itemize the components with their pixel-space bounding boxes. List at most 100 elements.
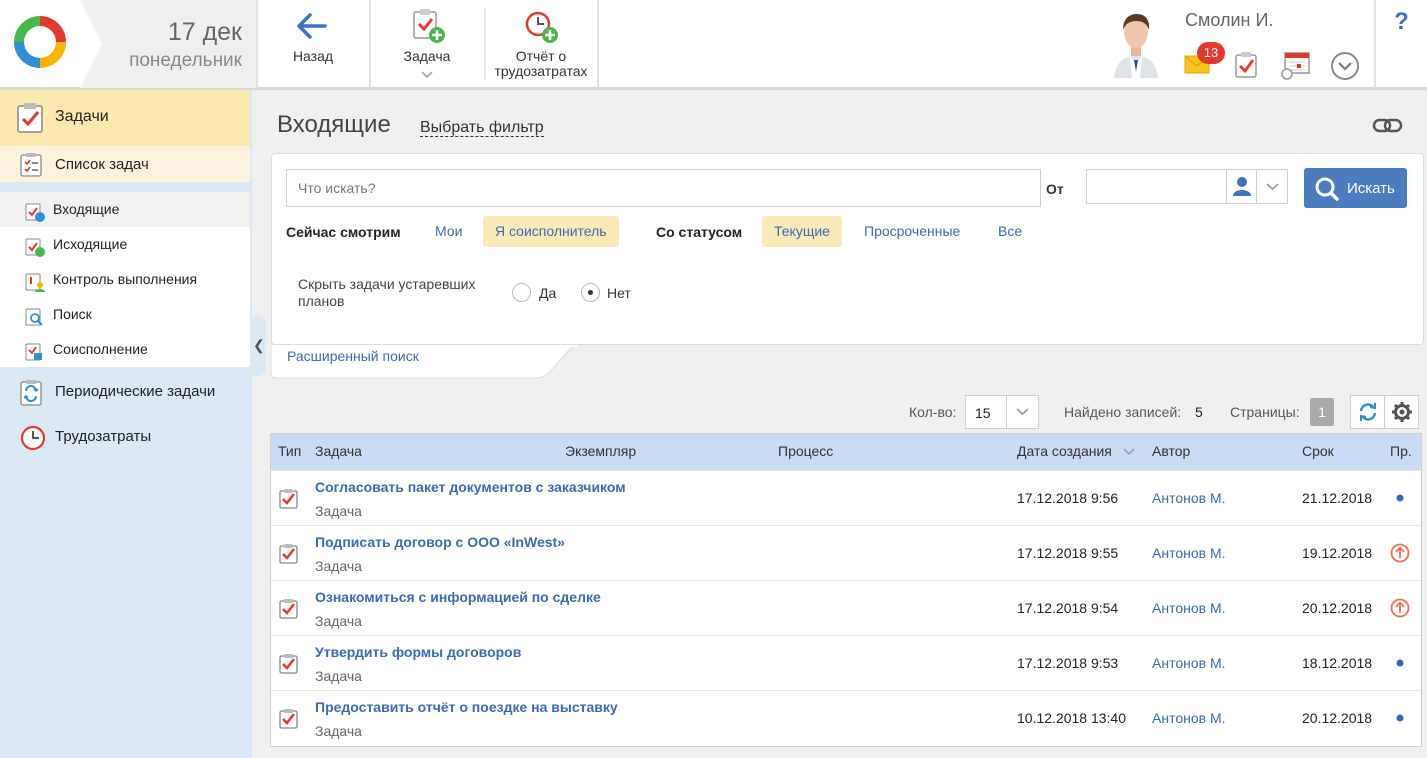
priority-high-icon <box>1389 597 1411 619</box>
sidebar-item-search[interactable]: Поиск <box>0 297 250 332</box>
task-title-link[interactable]: Предоставить отчёт о поездке на выставку <box>315 699 618 715</box>
refresh-button[interactable] <box>1350 395 1385 429</box>
sidebar-item-periodic[interactable]: Периодические задачи <box>0 370 250 414</box>
task-check-icon <box>1235 52 1257 78</box>
date-arrow-decoration <box>80 0 102 88</box>
sidebar-item-label: Поиск <box>53 306 92 322</box>
column-header-author[interactable]: Автор <box>1152 443 1190 459</box>
sidebar-item-control[interactable]: Контроль выполнения <box>0 262 250 297</box>
column-header-process[interactable]: Процесс <box>778 443 833 459</box>
task-author-link[interactable]: Антонов М. <box>1152 710 1226 726</box>
task-author-link[interactable]: Антонов М. <box>1152 655 1226 671</box>
sidebar-item-label: Входящие <box>53 201 120 217</box>
task-type-icon <box>278 543 300 568</box>
task-add-icon <box>413 9 445 43</box>
task-table: Тип Задача Экземпляр Процесс Дата создан… <box>270 433 1422 747</box>
status-option-current[interactable]: Текущие <box>762 216 842 247</box>
labor-report-button[interactable]: Отчёт о трудозатратах <box>486 0 596 88</box>
labor-report-label-1: Отчёт о <box>515 48 567 64</box>
chevron-down-icon <box>1266 183 1279 191</box>
my-tasks-button[interactable] <box>1234 51 1260 79</box>
advanced-search-link[interactable]: Расширенный поиск <box>287 348 419 364</box>
hide-outdated-yes-radio[interactable] <box>512 283 531 302</box>
status-option-overdue[interactable]: Просроченные <box>852 216 972 247</box>
search-task-icon <box>25 308 43 326</box>
task-type-label: Задача <box>315 613 362 629</box>
copy-link-button[interactable] <box>1372 116 1404 139</box>
page-number-button[interactable]: 1 <box>1310 398 1334 426</box>
task-title-link[interactable]: Подписать договор с ООО «InWest» <box>315 534 565 550</box>
task-due-date: 20.12.2018 <box>1302 600 1373 616</box>
clock-icon <box>20 425 46 451</box>
status-option-all[interactable]: Все <box>986 216 1034 247</box>
back-label: Назад <box>292 48 334 64</box>
search-icon <box>1315 177 1339 201</box>
sidebar-group-task-list[interactable]: Список задач <box>0 146 250 182</box>
hide-outdated-yes-label[interactable]: Да <box>539 285 556 301</box>
column-header-created[interactable]: Дата создания <box>1017 443 1112 459</box>
column-header-priority[interactable]: Пр. <box>1390 443 1412 459</box>
user-menu-button[interactable] <box>1329 50 1361 82</box>
qty-label: Кол-во: <box>909 404 957 420</box>
hide-outdated-no-radio[interactable] <box>581 283 600 302</box>
sidebar-item-incoming[interactable]: Входящие <box>0 192 250 227</box>
task-title-link[interactable]: Согласовать пакет документов с заказчико… <box>315 479 626 495</box>
sidebar-item-label: Трудозатраты <box>55 428 152 445</box>
table-row[interactable]: Ознакомиться с информацией по сделке Зада… <box>271 580 1421 635</box>
sidebar-item-outgoing[interactable]: Исходящие <box>0 227 250 262</box>
sidebar-section-tasks[interactable]: Задачи <box>0 90 250 146</box>
new-task-button[interactable]: Задача <box>371 0 483 88</box>
task-author-link[interactable]: Антонов М. <box>1152 545 1226 561</box>
priority-normal-icon <box>1389 652 1411 674</box>
pick-user-button[interactable] <box>1226 170 1256 203</box>
table-row[interactable]: Подписать договор с ООО «InWest» Задача 17… <box>271 525 1421 580</box>
incoming-icon <box>25 203 45 222</box>
task-type-label: Задача <box>315 558 362 574</box>
avatar[interactable] <box>1110 6 1162 78</box>
table-row[interactable]: Предоставить отчёт о поездке на выставку… <box>271 690 1421 745</box>
table-header: Тип Задача Экземпляр Процесс Дата создан… <box>271 434 1421 470</box>
sidebar-item-labor[interactable]: Трудозатраты <box>0 415 250 459</box>
table-row[interactable]: Утвердить формы договоров Задача 17.12.201… <box>271 635 1421 690</box>
choose-filter-link[interactable]: Выбрать фильтр <box>420 119 544 137</box>
from-user-field[interactable] <box>1086 169 1288 204</box>
column-header-instance[interactable]: Экземпляр <box>565 443 636 459</box>
viewing-option-mine[interactable]: Мои <box>423 216 474 247</box>
table-row[interactable]: Согласовать пакет документов с заказчико… <box>271 470 1421 525</box>
help-button[interactable]: ? <box>1374 0 1427 88</box>
from-user-dropdown[interactable] <box>1256 170 1287 203</box>
task-check-icon <box>17 103 43 133</box>
column-header-task[interactable]: Задача <box>315 443 362 459</box>
sidebar-collapse-handle[interactable]: ❮ <box>250 316 266 376</box>
viewing-label: Сейчас смотрим <box>286 224 401 240</box>
column-header-type[interactable]: Тип <box>278 443 301 459</box>
qty-dropdown[interactable] <box>1006 396 1038 428</box>
qty-select[interactable]: 15 <box>965 395 1039 429</box>
sidebar-item-label: Контроль выполнения <box>53 271 198 287</box>
task-title-link[interactable]: Ознакомиться с информацией по сделке <box>315 589 601 605</box>
toolbar-separator <box>597 0 599 88</box>
user-name[interactable]: Смолин И. <box>1185 10 1273 31</box>
back-button[interactable]: Назад <box>258 0 368 88</box>
hide-outdated-no-label[interactable]: Нет <box>607 285 631 301</box>
calendar-icon <box>1281 52 1310 80</box>
viewing-option-coexecutor[interactable]: Я соисполнитель <box>483 216 619 247</box>
search-input[interactable] <box>286 169 1041 207</box>
date-panel: 17 дек понедельник <box>80 0 256 88</box>
task-type-label: Задача <box>315 668 362 684</box>
column-header-due[interactable]: Срок <box>1302 443 1334 459</box>
task-author-link[interactable]: Антонов М. <box>1152 490 1226 506</box>
task-author-link[interactable]: Антонов М. <box>1152 600 1226 616</box>
settings-button[interactable] <box>1384 395 1419 429</box>
found-label: Найдено записей: <box>1064 404 1182 420</box>
chevron-circle-down-icon <box>1331 52 1359 80</box>
task-title-link[interactable]: Утвердить формы договоров <box>315 644 521 660</box>
search-button[interactable]: Искать <box>1304 168 1407 208</box>
top-bar: 17 дек понедельник Назад Задача Отчёт о … <box>0 0 1427 90</box>
control-icon <box>25 273 45 292</box>
sidebar-item-label: Периодические задачи <box>55 383 216 400</box>
calendar-button[interactable] <box>1280 50 1312 80</box>
sidebar-item-coexecution[interactable]: Соисполнение <box>0 332 250 367</box>
sidebar-item-label: Исходящие <box>53 236 128 252</box>
sidebar: Задачи Список задач Входящие Исходящие К… <box>0 90 252 758</box>
